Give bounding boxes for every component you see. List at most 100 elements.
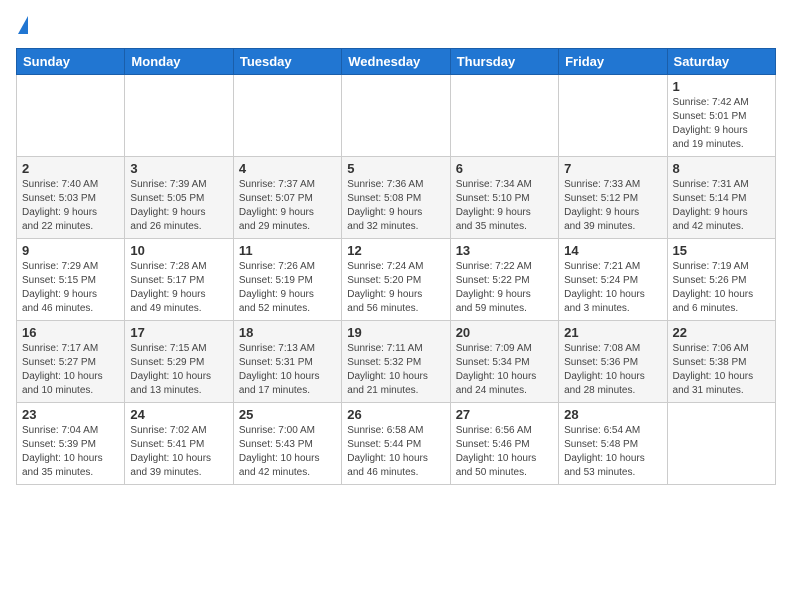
calendar-cell: 6 Sunrise: 7:34 AM Sunset: 5:10 PM Daylig… [450,157,558,239]
calendar-cell: 26 Sunrise: 6:58 AM Sunset: 5:44 PM Dayli… [342,403,450,485]
day-number: 18 [239,325,336,340]
calendar-cell: 19 Sunrise: 7:11 AM Sunset: 5:32 PM Dayli… [342,321,450,403]
day-info: Sunrise: 7:24 AM Sunset: 5:20 PM Dayligh… [347,260,444,316]
day-number: 19 [347,325,444,340]
day-number: 25 [239,407,336,422]
calendar-cell [17,75,125,157]
calendar-cell: 18 Sunrise: 7:13 AM Sunset: 5:31 PM Dayli… [233,321,341,403]
day-info: Sunrise: 7:00 AM Sunset: 5:43 PM Dayligh… [239,424,336,480]
day-number: 6 [456,161,553,176]
calendar-cell: 4 Sunrise: 7:37 AM Sunset: 5:07 PM Daylig… [233,157,341,239]
calendar-header-tuesday: Tuesday [233,49,341,75]
calendar-table: SundayMondayTuesdayWednesdayThursdayFrid… [16,48,776,485]
day-info: Sunrise: 7:26 AM Sunset: 5:19 PM Dayligh… [239,260,336,316]
day-info: Sunrise: 7:39 AM Sunset: 5:05 PM Dayligh… [130,178,227,234]
day-number: 8 [673,161,770,176]
calendar-cell: 9 Sunrise: 7:29 AM Sunset: 5:15 PM Daylig… [17,239,125,321]
day-number: 2 [22,161,119,176]
day-info: Sunrise: 7:06 AM Sunset: 5:38 PM Dayligh… [673,342,770,398]
day-number: 17 [130,325,227,340]
calendar-cell: 20 Sunrise: 7:09 AM Sunset: 5:34 PM Dayli… [450,321,558,403]
calendar-cell: 1 Sunrise: 7:42 AM Sunset: 5:01 PM Daylig… [667,75,775,157]
day-number: 22 [673,325,770,340]
day-info: Sunrise: 7:19 AM Sunset: 5:26 PM Dayligh… [673,260,770,316]
day-number: 12 [347,243,444,258]
day-number: 7 [564,161,661,176]
day-info: Sunrise: 7:22 AM Sunset: 5:22 PM Dayligh… [456,260,553,316]
calendar-cell: 22 Sunrise: 7:06 AM Sunset: 5:38 PM Dayli… [667,321,775,403]
logo [16,16,28,36]
day-info: Sunrise: 7:37 AM Sunset: 5:07 PM Dayligh… [239,178,336,234]
calendar-cell: 24 Sunrise: 7:02 AM Sunset: 5:41 PM Dayli… [125,403,233,485]
calendar-cell: 12 Sunrise: 7:24 AM Sunset: 5:20 PM Dayli… [342,239,450,321]
calendar-header-saturday: Saturday [667,49,775,75]
calendar-cell [559,75,667,157]
day-number: 24 [130,407,227,422]
day-number: 27 [456,407,553,422]
day-info: Sunrise: 7:09 AM Sunset: 5:34 PM Dayligh… [456,342,553,398]
day-info: Sunrise: 7:33 AM Sunset: 5:12 PM Dayligh… [564,178,661,234]
day-info: Sunrise: 7:28 AM Sunset: 5:17 PM Dayligh… [130,260,227,316]
calendar-cell: 7 Sunrise: 7:33 AM Sunset: 5:12 PM Daylig… [559,157,667,239]
day-info: Sunrise: 7:13 AM Sunset: 5:31 PM Dayligh… [239,342,336,398]
calendar-header-sunday: Sunday [17,49,125,75]
calendar-cell [125,75,233,157]
day-number: 26 [347,407,444,422]
day-number: 4 [239,161,336,176]
day-info: Sunrise: 7:02 AM Sunset: 5:41 PM Dayligh… [130,424,227,480]
calendar-header-row: SundayMondayTuesdayWednesdayThursdayFrid… [17,49,776,75]
day-info: Sunrise: 7:34 AM Sunset: 5:10 PM Dayligh… [456,178,553,234]
day-info: Sunrise: 7:08 AM Sunset: 5:36 PM Dayligh… [564,342,661,398]
calendar-cell: 8Sunrise: 7:31 AM Sunset: 5:14 PM Daylig… [667,157,775,239]
calendar-header-thursday: Thursday [450,49,558,75]
calendar-cell: 16Sunrise: 7:17 AM Sunset: 5:27 PM Dayli… [17,321,125,403]
calendar-cell: 14Sunrise: 7:21 AM Sunset: 5:24 PM Dayli… [559,239,667,321]
day-number: 3 [130,161,227,176]
day-number: 1 [673,79,770,94]
calendar-cell: 27 Sunrise: 6:56 AM Sunset: 5:46 PM Dayli… [450,403,558,485]
day-number: 20 [456,325,553,340]
day-info: Sunrise: 7:36 AM Sunset: 5:08 PM Dayligh… [347,178,444,234]
day-info: Sunrise: 7:42 AM Sunset: 5:01 PM Dayligh… [673,96,770,152]
calendar-cell: 3 Sunrise: 7:39 AM Sunset: 5:05 PM Daylig… [125,157,233,239]
page-header [16,16,776,36]
day-info: Sunrise: 6:56 AM Sunset: 5:46 PM Dayligh… [456,424,553,480]
day-number: 16 [22,325,119,340]
calendar-week-row: 9 Sunrise: 7:29 AM Sunset: 5:15 PM Daylig… [17,239,776,321]
calendar-cell [450,75,558,157]
day-number: 28 [564,407,661,422]
calendar-week-row: 2 Sunrise: 7:40 AM Sunset: 5:03 PM Daylig… [17,157,776,239]
calendar-cell: 5 Sunrise: 7:36 AM Sunset: 5:08 PM Daylig… [342,157,450,239]
calendar-header-friday: Friday [559,49,667,75]
calendar-week-row: 16Sunrise: 7:17 AM Sunset: 5:27 PM Dayli… [17,321,776,403]
day-number: 15 [673,243,770,258]
day-number: 5 [347,161,444,176]
day-info: Sunrise: 7:40 AM Sunset: 5:03 PM Dayligh… [22,178,119,234]
calendar-cell: 11 Sunrise: 7:26 AM Sunset: 5:19 PM Dayli… [233,239,341,321]
day-info: Sunrise: 7:15 AM Sunset: 5:29 PM Dayligh… [130,342,227,398]
day-number: 21 [564,325,661,340]
day-info: Sunrise: 6:58 AM Sunset: 5:44 PM Dayligh… [347,424,444,480]
day-number: 11 [239,243,336,258]
logo-triangle-icon [18,16,28,34]
calendar-cell: 28 Sunrise: 6:54 AM Sunset: 5:48 PM Dayli… [559,403,667,485]
day-number: 13 [456,243,553,258]
calendar-cell: 10 Sunrise: 7:28 AM Sunset: 5:17 PM Dayli… [125,239,233,321]
day-info: Sunrise: 7:04 AM Sunset: 5:39 PM Dayligh… [22,424,119,480]
calendar-header-monday: Monday [125,49,233,75]
calendar-cell: 25 Sunrise: 7:00 AM Sunset: 5:43 PM Dayli… [233,403,341,485]
calendar-cell [233,75,341,157]
calendar-week-row: 23 Sunrise: 7:04 AM Sunset: 5:39 PM Dayli… [17,403,776,485]
calendar-cell: 15 Sunrise: 7:19 AM Sunset: 5:26 PM Dayli… [667,239,775,321]
calendar-cell: 23 Sunrise: 7:04 AM Sunset: 5:39 PM Dayli… [17,403,125,485]
day-number: 23 [22,407,119,422]
day-info: Sunrise: 6:54 AM Sunset: 5:48 PM Dayligh… [564,424,661,480]
day-info: Sunrise: 7:29 AM Sunset: 5:15 PM Dayligh… [22,260,119,316]
calendar-cell: 13 Sunrise: 7:22 AM Sunset: 5:22 PM Dayli… [450,239,558,321]
day-number: 9 [22,243,119,258]
calendar-header-wednesday: Wednesday [342,49,450,75]
day-info: Sunrise: 7:11 AM Sunset: 5:32 PM Dayligh… [347,342,444,398]
calendar-cell: 17 Sunrise: 7:15 AM Sunset: 5:29 PM Dayli… [125,321,233,403]
calendar-cell [667,403,775,485]
day-number: 10 [130,243,227,258]
